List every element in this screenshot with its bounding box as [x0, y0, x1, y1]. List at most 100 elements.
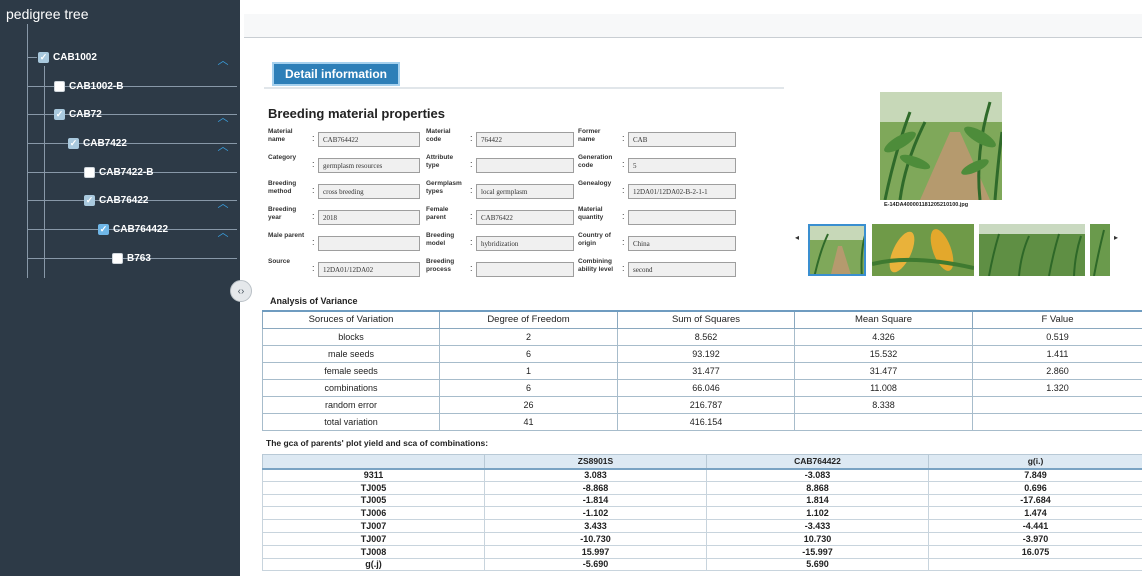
prev-arrow-icon[interactable]: ◂	[795, 233, 799, 242]
checkbox-checked-icon[interactable]: ✓	[68, 137, 79, 149]
table-row: TJ008 15.997 -15.997 16.075	[262, 544, 1142, 559]
table-cell: TJ008	[262, 544, 485, 559]
field-input[interactable]: 5	[628, 158, 736, 173]
field-input[interactable]: local germplasm	[476, 184, 574, 199]
field-input[interactable]: hybridization	[476, 236, 574, 251]
field-colon: :	[470, 159, 473, 169]
table-cell: total variation	[262, 412, 440, 431]
field-input[interactable]	[318, 236, 420, 251]
thumbnail-3[interactable]	[979, 224, 1085, 276]
field-input[interactable]: cross breeding	[318, 184, 420, 199]
table-row: combinations 6 66.046 11.008 1.320	[262, 378, 1142, 397]
field-input[interactable]	[476, 158, 574, 173]
field-input[interactable]	[628, 210, 736, 225]
table-cell: 41	[439, 412, 618, 431]
aov-title: Analysis of Variance	[270, 296, 358, 306]
field-input[interactable]	[476, 262, 574, 277]
table-cell: male seeds	[262, 344, 440, 363]
tab-divider	[264, 87, 784, 89]
tree-node-cab7422[interactable]: ✓ CAB7422	[68, 134, 127, 152]
checkbox-checked-icon[interactable]: ✓	[98, 223, 109, 235]
tree-node-cab764422[interactable]: ✓ CAB764422	[98, 220, 168, 238]
table-cell	[972, 395, 1142, 414]
tree-node-cab1002[interactable]: ✓ CAB1002	[38, 48, 97, 66]
chevron-up-icon[interactable]: ︿	[217, 52, 229, 68]
field-input[interactable]: 764422	[476, 132, 574, 147]
field-input[interactable]: 2018	[318, 210, 420, 225]
field-input[interactable]: 12DA01/12DA02	[318, 262, 420, 277]
next-arrow-icon[interactable]: ▸	[1114, 233, 1118, 242]
table-cell: 31.477	[617, 361, 795, 380]
field-input[interactable]: 12DA01/12DA02-B-2-1-1	[628, 184, 736, 199]
table-cell: 1.320	[972, 378, 1142, 397]
field-input[interactable]: germplasm resources	[318, 158, 420, 173]
field-input[interactable]: China	[628, 236, 736, 251]
thumbnail-1[interactable]	[808, 224, 866, 276]
column-header: CAB764422	[706, 454, 929, 469]
thumbnail-4[interactable]	[1090, 224, 1110, 276]
field-input[interactable]: CAB76422	[476, 210, 574, 225]
field-label: Material quantity	[578, 206, 604, 221]
table-row: total variation 41 416.154	[262, 412, 1142, 431]
detail-panel: Detail information Breeding material pro…	[252, 44, 1142, 576]
pedigree-sidebar: pedigree tree ✓ CAB1002 ︿ CAB1002-B ✓ CA…	[0, 0, 240, 576]
field-label: Source	[268, 258, 291, 265]
tree-line	[27, 143, 237, 144]
field-label: Female parent	[426, 206, 449, 221]
chevron-up-icon[interactable]: ︿	[217, 195, 229, 211]
table-cell: 3.083	[484, 467, 707, 482]
table-row: TJ007 -10.730 10.730 -3.970	[262, 531, 1142, 546]
table-cell: -3.970	[928, 531, 1142, 546]
checkbox-unchecked-icon[interactable]	[112, 252, 123, 264]
chevron-up-icon[interactable]: ︿	[217, 224, 229, 240]
table-cell	[972, 412, 1142, 431]
tree-node-cab72[interactable]: ✓ CAB72	[54, 105, 102, 123]
field-input[interactable]: CAB764422	[318, 132, 420, 147]
table-cell: combinations	[262, 378, 440, 397]
sidebar-collapse-handle[interactable]: ‹›	[230, 280, 252, 302]
table-cell: 10.730	[706, 531, 929, 546]
tree-node-label: CAB7422	[83, 137, 127, 149]
tree-node-label: CAB7422-B	[99, 166, 154, 178]
field-colon: :	[622, 237, 625, 247]
field-colon: :	[312, 159, 315, 169]
main-photo[interactable]	[880, 92, 1002, 200]
tree-node-b763[interactable]: B763	[112, 249, 151, 267]
field-label: Male parent	[268, 232, 305, 239]
checkbox-checked-icon[interactable]: ✓	[38, 51, 49, 63]
tree-node-cab1002-b[interactable]: CAB1002-B	[54, 77, 123, 95]
table-cell: 1	[439, 361, 618, 380]
field-colon: :	[470, 211, 473, 221]
table-cell: 5.690	[706, 557, 929, 572]
section-title: Breeding material properties	[268, 106, 445, 121]
table-cell: -5.690	[484, 557, 707, 572]
table-header-row: ZS8901S CAB764422 g(i.)	[262, 454, 1142, 469]
field-input[interactable]: CAB	[628, 132, 736, 147]
table-row: female seeds 1 31.477 31.477 2.860	[262, 361, 1142, 380]
thumbnail-2[interactable]	[872, 224, 974, 276]
checkbox-unchecked-icon[interactable]	[84, 166, 95, 178]
tree-node-cab76422[interactable]: ✓ CAB76422	[84, 191, 148, 209]
checkbox-unchecked-icon[interactable]	[54, 80, 65, 92]
table-cell: 93.192	[617, 344, 795, 363]
table-cell: 8.562	[617, 327, 795, 346]
checkbox-checked-icon[interactable]: ✓	[54, 108, 65, 120]
tree-node-label: CAB764422	[113, 223, 169, 235]
table-cell: 26	[439, 395, 618, 414]
field-colon: :	[312, 133, 315, 143]
table-cell: 4.326	[794, 327, 973, 346]
tab-detail-information[interactable]: Detail information	[272, 62, 400, 86]
tree-node-label: CAB76422	[99, 194, 149, 206]
chevron-up-icon[interactable]: ︿	[217, 109, 229, 125]
field-label: Breeding model	[426, 232, 455, 247]
table-cell: -10.730	[484, 531, 707, 546]
checkbox-checked-icon[interactable]: ✓	[84, 194, 95, 206]
tree-node-label: CAB72	[69, 108, 102, 120]
chevron-up-icon[interactable]: ︿	[217, 138, 229, 154]
table-cell: 31.477	[794, 361, 973, 380]
table-cell: 2.860	[972, 361, 1142, 380]
field-input[interactable]: second	[628, 262, 736, 277]
field-label: Material code	[426, 128, 451, 143]
tree-node-cab7422-b[interactable]: CAB7422-B	[84, 163, 153, 181]
table-cell: 1.102	[706, 506, 929, 521]
